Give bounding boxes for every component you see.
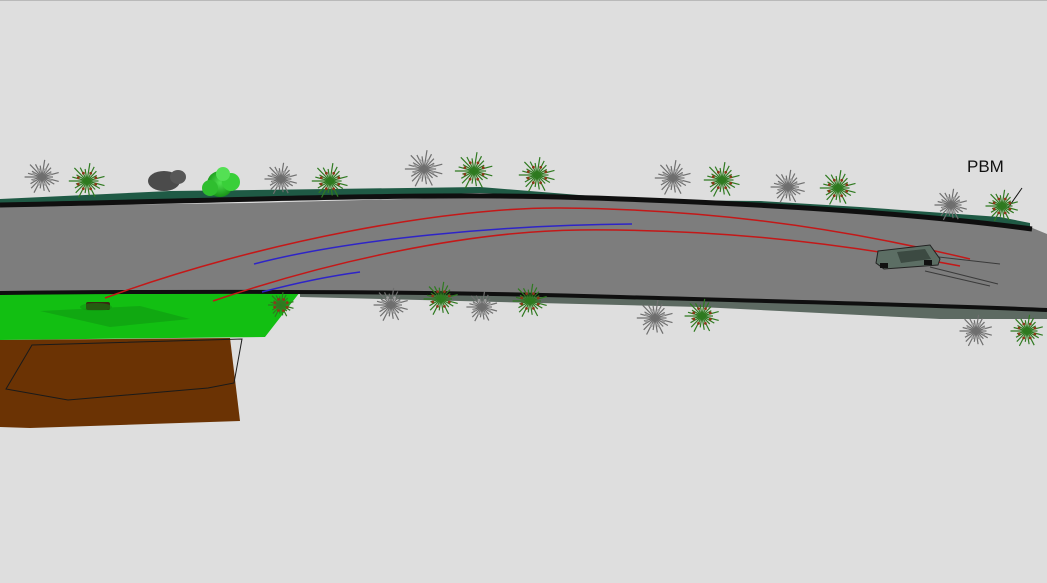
pbm-label: PBM <box>967 157 1004 176</box>
tree-icon <box>454 152 493 189</box>
tree-icon <box>404 150 443 187</box>
tree-icon <box>959 314 992 347</box>
tree-icon <box>24 159 59 193</box>
tree-icon <box>264 162 297 195</box>
tree-icon <box>819 170 856 205</box>
tree-icon <box>770 169 805 203</box>
tree-icon <box>703 162 740 197</box>
tree-icon <box>985 189 1018 222</box>
scene-canvas <box>0 150 1047 428</box>
soil-patch <box>0 338 240 428</box>
tree-icon <box>1010 314 1043 347</box>
simulation-viewport[interactable]: PBM <box>0 0 1047 582</box>
tree-icon <box>518 157 555 192</box>
bush-gray-icon <box>148 170 186 191</box>
tree-icon <box>654 160 691 195</box>
tree-icon <box>68 163 105 198</box>
